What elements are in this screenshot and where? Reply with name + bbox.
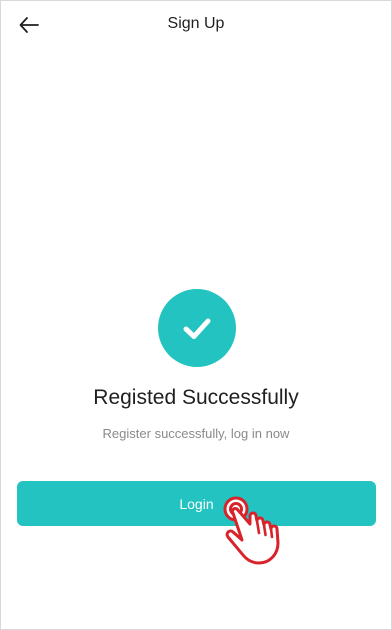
back-button[interactable]	[15, 11, 43, 39]
checkmark-icon	[183, 318, 211, 339]
page-title: Sign Up	[167, 15, 225, 32]
arrow-left-icon	[19, 17, 39, 33]
check-circle-icon	[158, 289, 236, 367]
success-subtitle: Register successfully, log in now	[102, 426, 290, 441]
header: Sign Up	[1, 1, 391, 49]
success-title: Registed Successfully	[93, 386, 299, 409]
signup-success-screen: Sign Up Registed Successfully Register s…	[0, 0, 392, 630]
login-button[interactable]: Login	[17, 481, 376, 526]
